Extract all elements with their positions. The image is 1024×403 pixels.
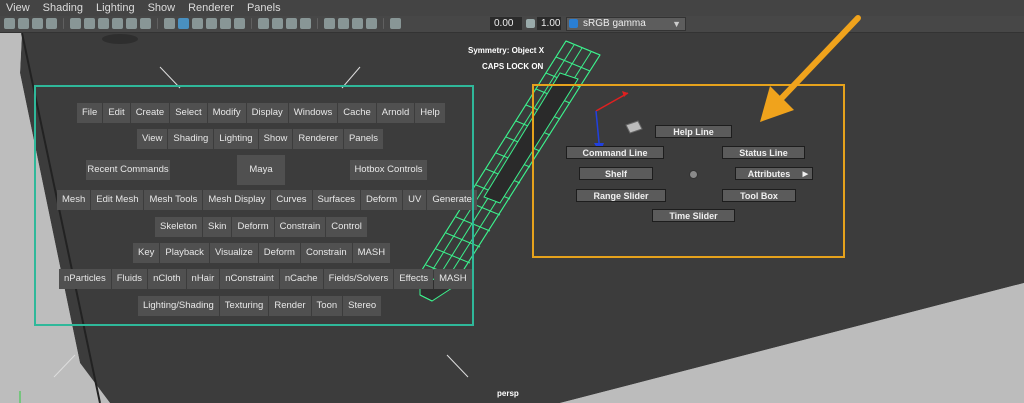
textured-icon[interactable]	[206, 18, 217, 29]
panel-menu-bar: View Shading Lighting Show Renderer Pane…	[0, 0, 1024, 16]
camera-attributes-icon[interactable]	[18, 18, 29, 29]
gamma-field[interactable]: 1.00	[537, 17, 561, 30]
menu-renderer[interactable]: Renderer	[188, 2, 234, 14]
xray-components-icon[interactable]	[366, 18, 377, 29]
xray-joints-icon[interactable]	[352, 18, 363, 29]
motion-blur-icon[interactable]	[272, 18, 283, 29]
marking-menu-help-line[interactable]: Help Line	[655, 125, 732, 138]
menu-panels[interactable]: Panels	[247, 2, 281, 14]
grid-icon[interactable]	[70, 18, 81, 29]
menu-shading[interactable]: Shading	[43, 2, 83, 14]
screen-space-ao-icon[interactable]	[258, 18, 269, 29]
marking-menu-center-dot	[689, 170, 698, 179]
film-gate-icon[interactable]	[84, 18, 95, 29]
annotation-arrow-shaft	[775, 15, 861, 105]
menu-lighting[interactable]: Lighting	[96, 2, 135, 14]
marking-menu-tool-box[interactable]: Tool Box	[722, 189, 796, 202]
symmetry-indicator: Symmetry: Object X	[468, 46, 545, 55]
menu-view[interactable]: View	[6, 2, 30, 14]
safe-action-icon[interactable]	[140, 18, 151, 29]
gate-mask-icon[interactable]	[112, 18, 123, 29]
caps-lock-indicator: CAPS LOCK ON	[482, 62, 544, 71]
exposure-field[interactable]: 0.00	[490, 17, 522, 30]
image-plane-icon[interactable]	[46, 18, 57, 29]
default-material-icon[interactable]	[192, 18, 203, 29]
marking-menu-attributes-label: Attributes	[747, 169, 791, 179]
bookmark-icon[interactable]	[32, 18, 43, 29]
toolbar-icons	[4, 18, 401, 29]
camera-name-label: persp	[497, 389, 519, 398]
marking-menu-status-line[interactable]: Status Line	[722, 146, 805, 159]
marking-menu-command-line[interactable]: Command Line	[566, 146, 664, 159]
use-all-lights-icon[interactable]	[220, 18, 231, 29]
marking-menu-shelf[interactable]: Shelf	[579, 167, 653, 180]
exposure-icon[interactable]	[390, 18, 401, 29]
shadows-icon[interactable]	[234, 18, 245, 29]
anti-aliasing-icon[interactable]	[286, 18, 297, 29]
toolbar-separator	[251, 18, 252, 29]
panel-toolbar: 0.00 1.00 sRGB gamma ▼	[0, 16, 1024, 33]
shadow-shape	[102, 34, 138, 44]
color-space-dropdown[interactable]: sRGB gamma ▼	[566, 17, 686, 31]
annotation-arrow	[760, 15, 861, 122]
chevron-down-icon: ▼	[672, 19, 681, 29]
menu-show[interactable]: Show	[148, 2, 176, 14]
marking-menu-range-slider[interactable]: Range Slider	[576, 189, 666, 202]
marking-menu-attributes[interactable]: Attributes ▶	[735, 167, 813, 180]
gamma-icon[interactable]	[526, 19, 535, 28]
xray-icon[interactable]	[338, 18, 349, 29]
toolbar-separator	[63, 18, 64, 29]
toolbar-separator	[157, 18, 158, 29]
resolution-gate-icon[interactable]	[98, 18, 109, 29]
toolbar-separator	[317, 18, 318, 29]
smooth-shade-icon[interactable]	[178, 18, 189, 29]
submenu-arrow-icon: ▶	[802, 171, 808, 178]
field-chart-icon[interactable]	[126, 18, 137, 29]
depth-of-field-icon[interactable]	[300, 18, 311, 29]
marking-menu-time-slider[interactable]: Time Slider	[652, 209, 735, 222]
toolbar-separator	[383, 18, 384, 29]
color-management-icon	[569, 19, 578, 28]
wireframe-icon[interactable]	[164, 18, 175, 29]
camera-icon[interactable]	[4, 18, 15, 29]
hotbox-highlight-frame	[34, 85, 474, 326]
isolate-select-icon[interactable]	[324, 18, 335, 29]
color-space-value: sRGB gamma	[583, 18, 646, 29]
